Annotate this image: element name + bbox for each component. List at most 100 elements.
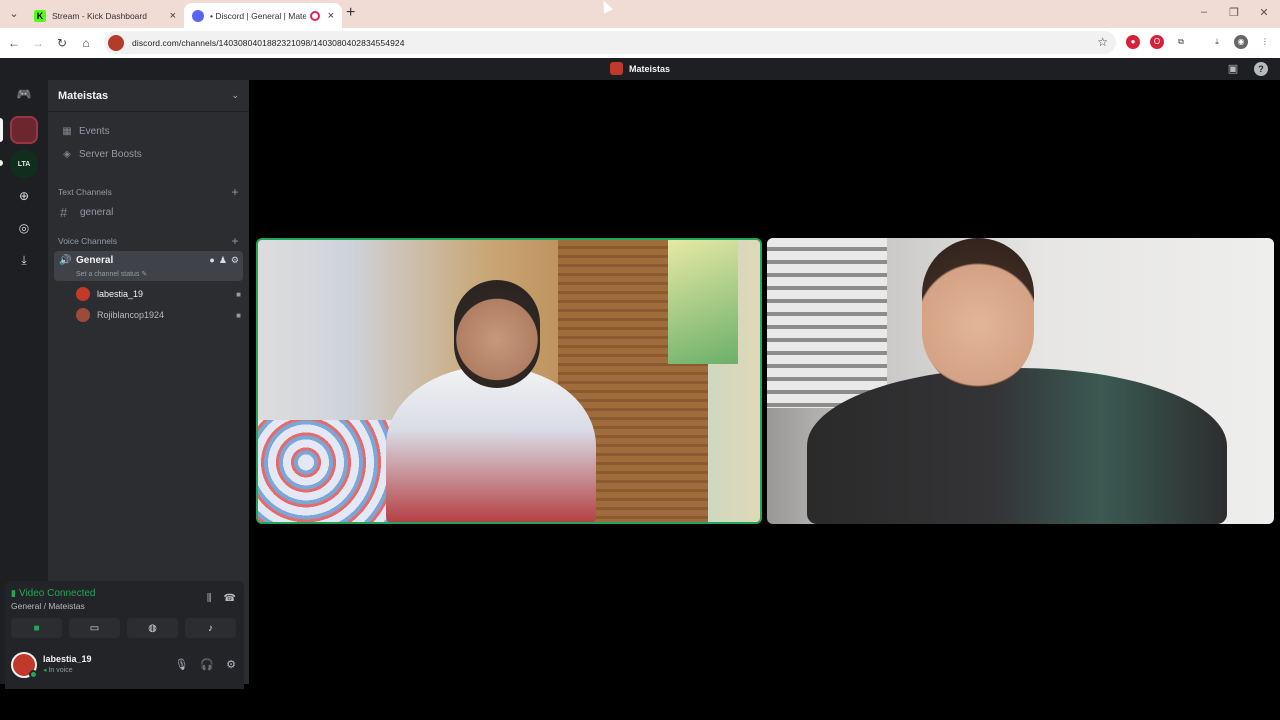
member-name: Rojiblancop1924: [97, 310, 165, 320]
noise-suppression-icon[interactable]: ⫼: [207, 593, 212, 604]
browser-toolbar: ← → ↻ ⌂ discord.com/channels/14030804018…: [0, 28, 1280, 58]
browser-tabbar: ⌄ K Stream - Kick Dashboard × • Discord …: [0, 0, 1280, 28]
channel-general[interactable]: # general: [56, 202, 241, 222]
server-boosts-link[interactable]: ◈ Server Boosts: [56, 144, 241, 164]
new-tab-button[interactable]: +: [346, 5, 360, 21]
server-name: Mateistas: [58, 89, 109, 102]
camera-button[interactable]: ■: [11, 618, 62, 638]
selected-server-pill: [0, 118, 3, 142]
avatar: [76, 287, 90, 301]
download-apps-icon[interactable]: ⤓: [10, 246, 38, 274]
voice-status-text: Video Connected: [18, 588, 96, 599]
kick-favicon-icon: K: [34, 9, 46, 22]
online-status-icon: [29, 670, 38, 679]
discord-titlebar: Mateistas ▣ ?: [0, 58, 1280, 80]
category-text-channels[interactable]: Text Channels +: [56, 185, 241, 199]
close-window-icon[interactable]: ✕: [1256, 6, 1272, 19]
home-button[interactable]: ⌂: [78, 35, 94, 51]
headphones-icon[interactable]: 🎧: [200, 658, 214, 671]
video-participant: [454, 280, 540, 388]
channel-name: general: [80, 206, 114, 218]
tab-title: Stream - Kick Dashboard: [52, 10, 147, 21]
gear-icon[interactable]: ⚙: [226, 658, 236, 671]
window-title: Mateistas: [610, 62, 670, 75]
category-voice-channels[interactable]: Voice Channels +: [56, 234, 241, 248]
add-channel-icon[interactable]: +: [229, 185, 241, 199]
category-label: Voice Channels: [58, 236, 118, 246]
video-background: [767, 238, 887, 408]
microphone-icon[interactable]: 🎙: [174, 658, 188, 671]
address-bar[interactable]: discord.com/channels/1403080401882321098…: [104, 31, 1116, 54]
server-header[interactable]: Mateistas ⌄: [48, 80, 249, 112]
tab-kick-dashboard[interactable]: K Stream - Kick Dashboard ×: [26, 3, 184, 28]
events-link[interactable]: ▦ Events: [56, 121, 241, 141]
server-lta-icon[interactable]: LTA: [10, 150, 38, 178]
discord-home-icon[interactable]: 🎮: [10, 80, 38, 108]
channel-status-placeholder[interactable]: Set a channel status ✎: [76, 270, 147, 278]
inbox-icon[interactable]: ▣: [1226, 62, 1240, 76]
server-avatar-icon: [610, 62, 623, 75]
chat-bubble-icon[interactable]: ●: [209, 255, 214, 266]
video-participant: [386, 366, 596, 522]
forward-button[interactable]: →: [30, 35, 46, 51]
video-stage: [249, 80, 1280, 684]
recording-indicator-icon: [309, 10, 320, 21]
reload-button[interactable]: ↻: [54, 35, 70, 51]
camera-icon: ■: [236, 310, 241, 320]
voice-channel-name: General: [76, 255, 114, 266]
back-button[interactable]: ←: [6, 35, 22, 51]
server-mateistas-icon[interactable]: [10, 116, 38, 144]
invite-icon[interactable]: ♟: [219, 255, 227, 266]
edit-pencil-icon[interactable]: ✎: [139, 271, 147, 278]
member-name: labestia_19: [97, 289, 144, 299]
add-server-icon[interactable]: ⊕: [10, 182, 38, 210]
gear-icon[interactable]: ⚙: [231, 255, 239, 266]
tab-list-chevron-icon[interactable]: ⌄: [6, 6, 22, 22]
signal-icon: ▮: [11, 588, 16, 598]
user-panel: labestia_19 ◂ In voice 🎙 🎧 ⚙: [5, 646, 244, 684]
close-tab-icon[interactable]: ×: [328, 10, 334, 22]
voice-status[interactable]: ▮ Video Connected: [11, 588, 96, 599]
explore-servers-icon[interactable]: ◎: [10, 214, 38, 242]
username[interactable]: labestia_19: [43, 654, 92, 664]
bookmark-star-icon[interactable]: ☆: [1097, 35, 1108, 49]
voice-channel-general[interactable]: 🔊 General Set a channel status ✎ ● ♟ ⚙: [54, 251, 243, 281]
tab-discord[interactable]: • Discord | General | Mateis ×: [184, 3, 342, 28]
in-voice-icon: ◂: [43, 667, 49, 674]
screen-share-button[interactable]: ▭: [69, 618, 120, 638]
video-tile-speaking[interactable]: [256, 238, 762, 524]
voice-channel-path[interactable]: General / Mateistas: [11, 601, 85, 611]
window-title-text: Mateistas: [629, 63, 671, 74]
disconnect-icon[interactable]: ☎: [224, 593, 236, 604]
help-icon[interactable]: ?: [1254, 62, 1268, 76]
voice-member[interactable]: labestia_19 ■: [76, 285, 241, 303]
extension-opera-icon[interactable]: O: [1150, 35, 1164, 49]
category-label: Text Channels: [58, 187, 112, 197]
extension-abp-icon[interactable]: ●: [1126, 35, 1140, 49]
site-info-icon[interactable]: [108, 34, 124, 51]
unread-server-pill: [0, 160, 3, 166]
avatar: [76, 308, 90, 322]
video-background: [668, 240, 738, 364]
video-tile[interactable]: [767, 238, 1274, 524]
extensions-puzzle-icon[interactable]: ⧉: [1174, 35, 1188, 49]
boost-gem-icon: ◈: [63, 148, 71, 160]
video-participant: [922, 238, 1034, 388]
browser-menu-icon[interactable]: ⋮: [1258, 35, 1272, 49]
profile-avatar-icon[interactable]: ◉: [1234, 35, 1248, 49]
events-label: Events: [79, 125, 110, 137]
maximize-icon[interactable]: ❐: [1226, 6, 1242, 19]
channel-sidebar: Mateistas ⌄ ▦ Events ◈ Server Boosts Tex…: [5, 80, 249, 689]
downloads-icon[interactable]: ⤓: [1210, 35, 1224, 49]
voice-member[interactable]: Rojiblancop1924 ■: [76, 306, 241, 324]
url-text[interactable]: discord.com/channels/1403080401882321098…: [132, 38, 405, 48]
user-status: ◂ In voice: [43, 667, 73, 674]
soundboard-button[interactable]: ♪: [185, 618, 236, 638]
chevron-down-icon: ⌄: [231, 90, 239, 100]
discord-favicon-icon: [192, 9, 204, 22]
hash-icon: #: [60, 204, 68, 220]
activity-button[interactable]: ◍: [127, 618, 178, 638]
close-tab-icon[interactable]: ×: [170, 10, 176, 22]
minimize-icon[interactable]: –: [1196, 6, 1212, 18]
add-channel-icon[interactable]: +: [229, 234, 241, 248]
